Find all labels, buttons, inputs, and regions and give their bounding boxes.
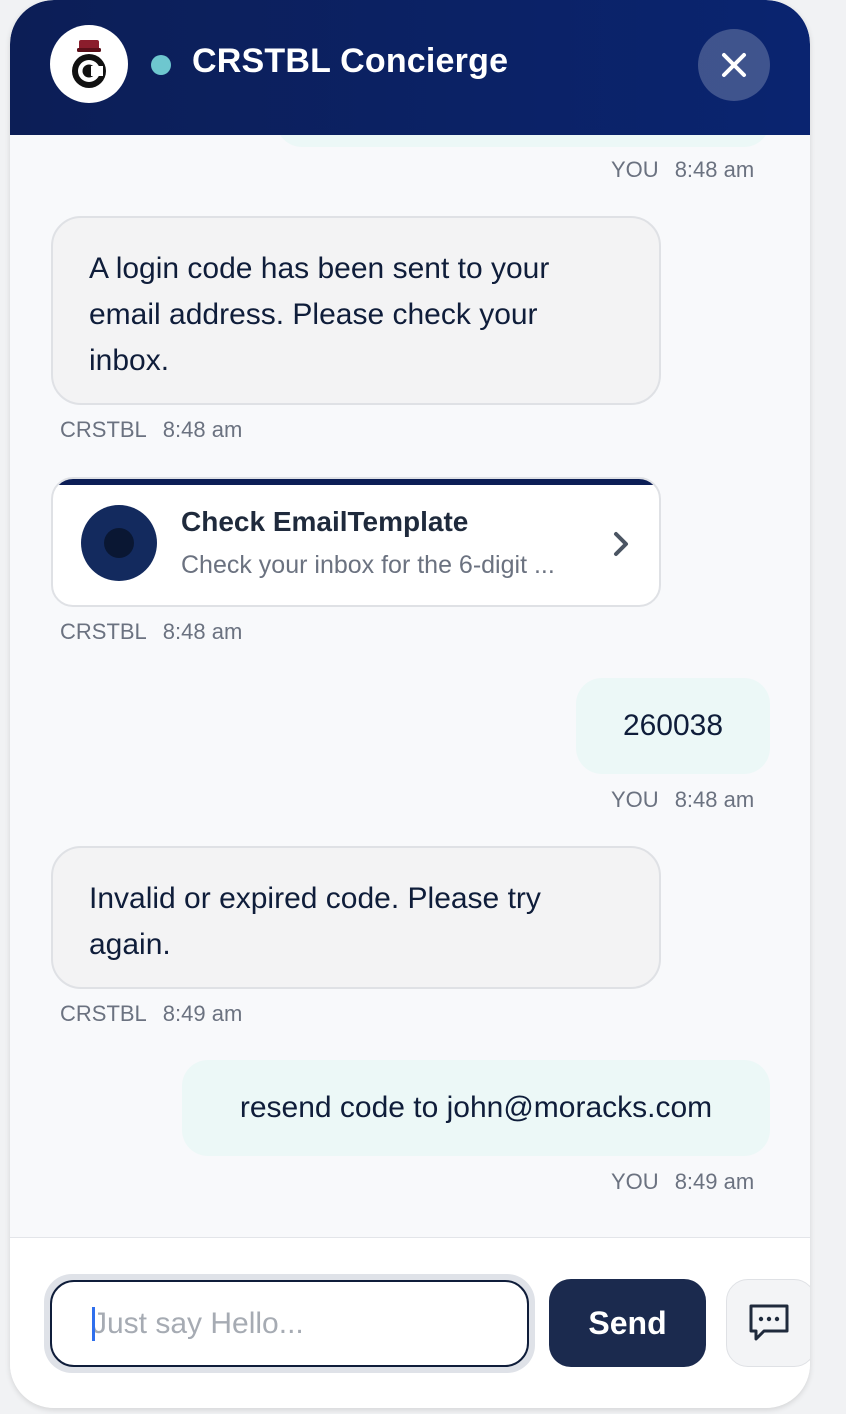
message-sender: CRSTBL [60, 417, 147, 442]
message-time: 8:48 am [162, 619, 243, 644]
card-avatar-icon [81, 505, 157, 581]
bot-message-bubble: Invalid or expired code. Please try agai… [51, 846, 661, 989]
message-time: 8:48 am [674, 787, 755, 812]
message-meta: YOU 8:49 am [611, 1169, 754, 1195]
concierge-logo [50, 25, 128, 103]
message-text: A login code has been sent to your email… [89, 252, 550, 377]
online-status-dot [151, 55, 171, 75]
chat-widget: CRSTBL Concierge YOU 8:48 am A login code… [10, 0, 810, 1408]
message-meta: CRSTBL 8:48 am [60, 417, 242, 443]
user-message-bubble: resend code to john@moracks.com [182, 1060, 770, 1156]
card-title: Check EmailTemplate [181, 506, 469, 537]
message-text: resend code to john@moracks.com [239, 1091, 713, 1124]
template-card[interactable]: Check EmailTemplate Check your inbox for… [51, 477, 661, 607]
user-message-bubble: 260038 [576, 678, 770, 774]
chat-toggle-button[interactable] [726, 1279, 810, 1367]
card-avatar-dot [104, 528, 134, 558]
chat-bubble-dots-icon [749, 1304, 789, 1341]
user-message-bubble [276, 135, 770, 147]
card-subtitle: Check your inbox for the 6-digit ... [181, 551, 555, 579]
close-icon [722, 53, 746, 77]
card-accent-bar [53, 479, 659, 485]
message-time: 8:48 am [674, 157, 755, 182]
message-input[interactable] [50, 1280, 529, 1367]
message-meta: YOU 8:48 am [611, 787, 754, 813]
message-list[interactable]: YOU 8:48 am A login code has been sent to… [10, 135, 810, 1237]
chat-title: CRSTBL Concierge [192, 42, 509, 80]
text-caret [92, 1307, 95, 1341]
message-time: 8:48 am [162, 417, 243, 442]
message-meta: YOU 8:48 am [611, 157, 754, 183]
message-meta: CRSTBL 8:48 am [60, 619, 242, 645]
message-meta: CRSTBL 8:49 am [60, 1001, 242, 1027]
message-sender: CRSTBL [60, 1001, 147, 1026]
composer-bar: Send [10, 1237, 810, 1408]
message-sender: YOU [611, 787, 659, 812]
message-text: 260038 [622, 709, 724, 742]
message-sender: YOU [611, 1169, 659, 1194]
message-text: Invalid or expired code. Please try agai… [89, 882, 541, 961]
message-time: 8:49 am [674, 1169, 755, 1194]
bot-message-bubble: A login code has been sent to your email… [51, 216, 661, 405]
concierge-logo-icon [72, 40, 106, 88]
chevron-right-icon [614, 532, 628, 556]
chat-header: CRSTBL Concierge [10, 0, 810, 135]
message-sender: CRSTBL [60, 619, 147, 644]
message-sender: YOU [611, 157, 659, 182]
close-button[interactable] [698, 29, 770, 101]
message-time: 8:49 am [162, 1001, 243, 1026]
send-button[interactable]: Send [549, 1279, 706, 1367]
